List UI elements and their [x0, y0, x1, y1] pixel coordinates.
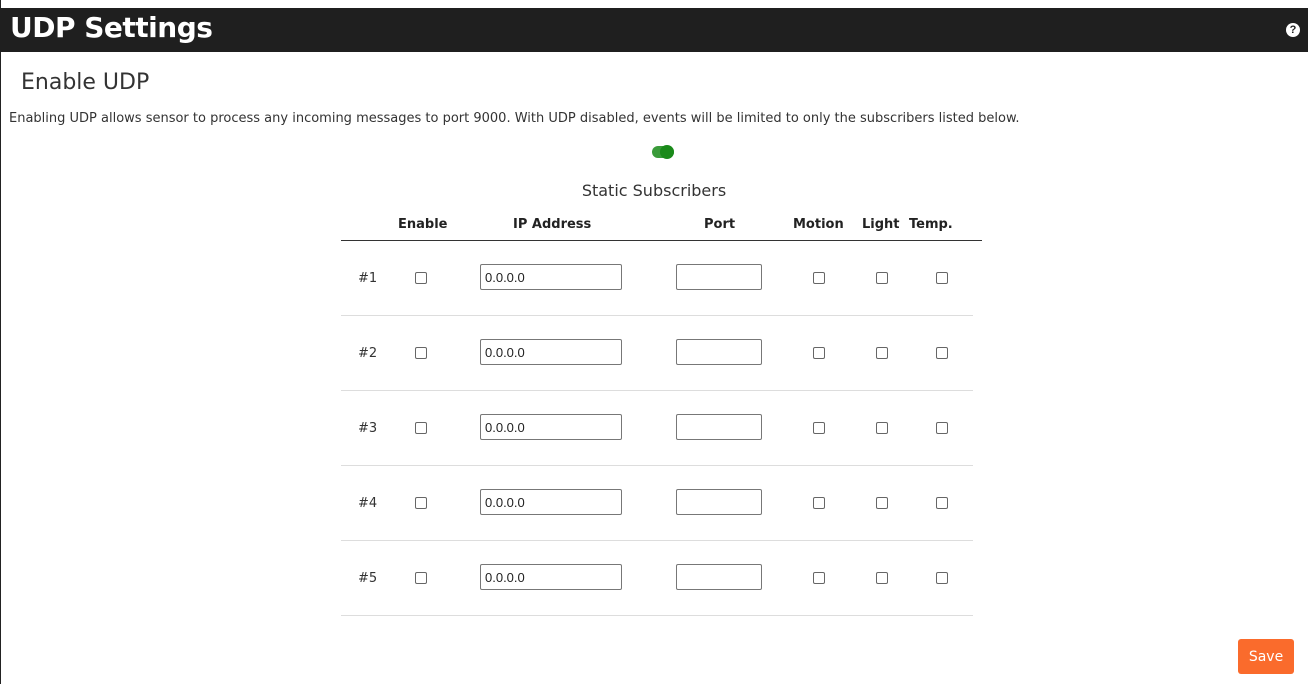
row-number: #5: [358, 571, 378, 586]
light-checkbox[interactable]: [876, 272, 888, 284]
ip-address-input[interactable]: [480, 564, 622, 590]
motion-checkbox[interactable]: [813, 497, 825, 509]
ip-address-input[interactable]: [480, 264, 622, 290]
motion-checkbox[interactable]: [813, 272, 825, 284]
motion-checkbox[interactable]: [813, 347, 825, 359]
port-input[interactable]: [676, 489, 762, 515]
motion-checkbox[interactable]: [813, 422, 825, 434]
section-title: Enable UDP: [21, 70, 150, 95]
temp-checkbox[interactable]: [936, 572, 948, 584]
temp-checkbox[interactable]: [936, 422, 948, 434]
motion-checkbox[interactable]: [813, 572, 825, 584]
enable-checkbox[interactable]: [415, 272, 427, 284]
enable-checkbox[interactable]: [415, 347, 427, 359]
temp-checkbox[interactable]: [936, 347, 948, 359]
column-header-motion: Motion: [793, 217, 844, 232]
row-number: #2: [358, 346, 378, 361]
port-input[interactable]: [676, 414, 762, 440]
temp-checkbox[interactable]: [936, 272, 948, 284]
page-title: UDP Settings: [10, 11, 213, 44]
table-row: #3: [341, 391, 973, 466]
column-header-temp: Temp.: [909, 217, 953, 232]
enable-checkbox[interactable]: [415, 422, 427, 434]
row-number: #1: [358, 271, 378, 286]
enable-udp-toggle[interactable]: [652, 145, 674, 159]
table-title: Static Subscribers: [581, 181, 727, 200]
help-icon[interactable]: ?: [1286, 23, 1300, 37]
light-checkbox[interactable]: [876, 422, 888, 434]
light-checkbox[interactable]: [876, 572, 888, 584]
save-button[interactable]: Save: [1238, 639, 1294, 674]
enable-checkbox[interactable]: [415, 572, 427, 584]
ip-address-input[interactable]: [480, 489, 622, 515]
row-number: #4: [358, 496, 378, 511]
table-row: #4: [341, 466, 973, 541]
column-header-light: Light: [862, 217, 900, 232]
port-input[interactable]: [676, 339, 762, 365]
header-bar: UDP Settings ?: [0, 8, 1308, 52]
row-number: #3: [358, 421, 378, 436]
column-header-enable: Enable: [398, 217, 448, 232]
table-row: #2: [341, 316, 973, 391]
enable-checkbox[interactable]: [415, 497, 427, 509]
column-header-port: Port: [704, 217, 736, 232]
row-divider: [341, 615, 973, 616]
light-checkbox[interactable]: [876, 497, 888, 509]
section-description: Enabling UDP allows sensor to process an…: [9, 111, 1020, 126]
port-input[interactable]: [676, 564, 762, 590]
ip-address-input[interactable]: [480, 414, 622, 440]
light-checkbox[interactable]: [876, 347, 888, 359]
column-header-ip-address: IP Address: [513, 217, 592, 232]
port-input[interactable]: [676, 264, 762, 290]
table-row: #1: [341, 241, 973, 316]
toggle-knob: [660, 145, 674, 159]
temp-checkbox[interactable]: [936, 497, 948, 509]
table-row: #5: [341, 541, 973, 616]
ip-address-input[interactable]: [480, 339, 622, 365]
